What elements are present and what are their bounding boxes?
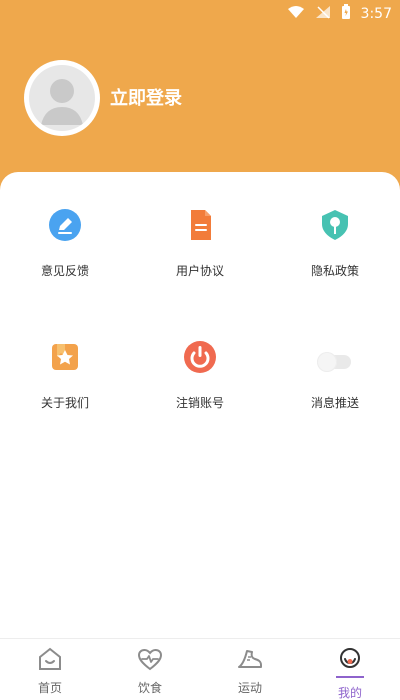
menu-item-privacy-policy[interactable]: 隐私政策 (270, 208, 400, 308)
menu-item-label: 注销账号 (175, 396, 224, 410)
bottom-navigation: 首页 饮食 运动 我的 (0, 638, 400, 700)
status-bar: 3:57 (287, 4, 392, 24)
battery-icon (341, 4, 351, 24)
status-time: 3:57 (360, 6, 392, 22)
toggle-icon[interactable] (317, 340, 352, 374)
document-icon (183, 208, 217, 242)
nav-profile[interactable]: 我的 (300, 639, 400, 700)
menu-item-label: 消息推送 (310, 396, 359, 410)
menu-item-push-notifications[interactable]: 消息推送 (270, 340, 400, 440)
home-icon (36, 645, 64, 673)
push-toggle[interactable] (317, 352, 351, 372)
nav-exercise[interactable]: 运动 (200, 639, 300, 700)
power-icon (183, 340, 217, 374)
nav-diet[interactable]: 饮食 (100, 639, 200, 700)
menu-item-label: 用户协议 (175, 264, 224, 278)
menu-item-feedback[interactable]: 意见反馈 (0, 208, 130, 308)
nav-label: 首页 (37, 681, 62, 695)
menu-item-user-agreement[interactable]: 用户协议 (135, 208, 265, 308)
avatar[interactable] (24, 60, 100, 136)
shoe-icon (236, 645, 264, 673)
menu-item-label: 隐私政策 (310, 264, 359, 278)
nav-home[interactable]: 首页 (0, 639, 100, 700)
menu-item-label: 意见反馈 (40, 264, 89, 278)
nav-active-underline (336, 676, 364, 678)
toggle-knob (317, 352, 337, 372)
edit-icon (48, 208, 82, 242)
login-link[interactable]: 立即登录 (110, 84, 182, 110)
menu-item-about-us[interactable]: 关于我们 (0, 340, 130, 440)
profile-icon (336, 645, 364, 673)
default-user-icon (29, 65, 95, 131)
signal-icon (315, 5, 331, 23)
shield-icon (318, 208, 352, 242)
profile-header: 3:57 立即登录 (0, 0, 400, 200)
nav-label: 我的 (337, 686, 362, 700)
app-screen: 3:57 立即登录 意见反馈 用户协议 隐私政策 关于我们 注销账号 消息推送 … (0, 0, 400, 700)
menu-item-label: 关于我们 (40, 396, 89, 410)
nav-label: 运动 (237, 681, 262, 695)
heart-icon (136, 645, 164, 673)
nav-label: 饮食 (137, 681, 162, 695)
menu-card: 意见反馈 用户协议 隐私政策 关于我们 注销账号 消息推送 (0, 172, 400, 638)
menu-item-cancel-account[interactable]: 注销账号 (135, 340, 265, 440)
star-icon (48, 340, 82, 374)
wifi-icon (287, 5, 305, 23)
